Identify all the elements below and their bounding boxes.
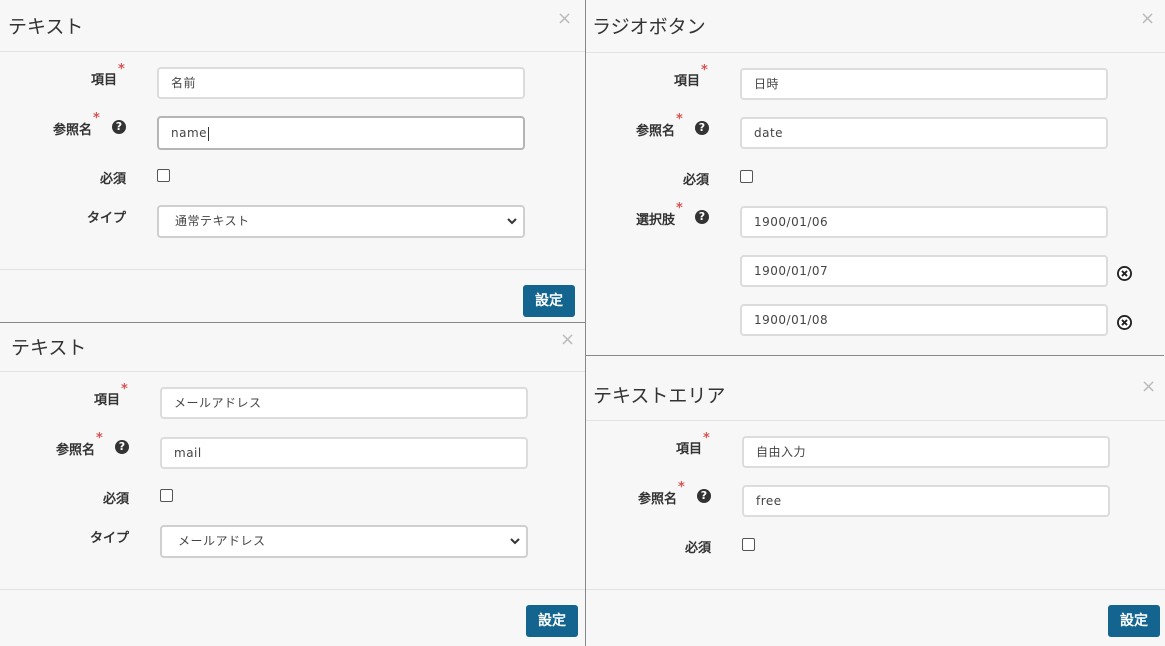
apply-button[interactable]: 設定 <box>523 285 575 317</box>
item-label: 項目 <box>675 442 702 457</box>
item-input[interactable]: メールアドレス <box>160 387 528 419</box>
footer-divider <box>0 589 585 590</box>
header-divider <box>586 52 1165 53</box>
apply-button[interactable]: 設定 <box>526 605 578 637</box>
required-mark: * <box>121 382 128 397</box>
required-mark: * <box>701 63 708 78</box>
panel-title: テキスト <box>11 337 87 359</box>
required-checkbox[interactable] <box>160 489 173 502</box>
help-icon[interactable]: ? <box>112 120 126 134</box>
close-icon[interactable]: × <box>1140 10 1155 28</box>
required-checkbox[interactable] <box>157 169 170 182</box>
required-label: 必須 <box>682 173 709 188</box>
panel-title: テキストエリア <box>593 385 726 407</box>
item-input[interactable]: 自由入力 <box>742 436 1110 468</box>
required-mark: * <box>118 62 125 77</box>
text-field-panel-mail: テキスト × 項目 * メールアドレス 参照名 * ? mail 必須 タイプ … <box>0 323 585 646</box>
help-icon[interactable]: ? <box>695 121 709 135</box>
header-divider <box>0 51 585 52</box>
ref-name-label: 参照名 <box>52 123 92 138</box>
radio-button-panel: ラジオボタン × 項目 * 日時 参照名 * ? date 必須 選択肢 * ?… <box>586 0 1165 355</box>
header-divider <box>586 420 1165 421</box>
required-mark: * <box>678 480 685 495</box>
ref-name-input[interactable]: free <box>742 485 1110 517</box>
required-mark: * <box>676 201 683 216</box>
ref-name-input[interactable]: mail <box>160 437 528 469</box>
apply-button[interactable]: 設定 <box>1108 605 1160 637</box>
help-icon[interactable]: ? <box>697 489 711 503</box>
panel-title: ラジオボタン <box>592 16 706 38</box>
close-icon[interactable]: × <box>1141 378 1156 396</box>
panel-title: テキスト <box>8 16 84 38</box>
type-label: タイプ <box>86 211 126 226</box>
required-label: 必須 <box>102 492 129 507</box>
footer-divider <box>0 269 585 270</box>
ref-name-label: 参照名 <box>55 443 95 458</box>
help-icon[interactable]: ? <box>115 440 129 454</box>
required-label: 必須 <box>684 541 711 556</box>
required-checkbox[interactable] <box>740 170 753 183</box>
remove-choice-icon[interactable] <box>1117 315 1132 330</box>
item-input[interactable]: 名前 <box>157 67 525 99</box>
item-label: 項目 <box>90 73 117 88</box>
required-mark: * <box>93 111 100 126</box>
type-select[interactable]: 通常テキスト <box>157 205 525 238</box>
remove-choice-icon[interactable] <box>1117 266 1132 281</box>
type-select-value: メールアドレス <box>178 534 266 548</box>
ref-name-input[interactable]: date <box>740 117 1108 149</box>
item-label: 項目 <box>93 393 120 408</box>
required-checkbox[interactable] <box>742 538 755 551</box>
required-mark: * <box>96 431 103 446</box>
choice-input[interactable]: 1900/01/06 <box>740 206 1108 238</box>
header-divider <box>0 371 585 372</box>
help-icon[interactable]: ? <box>695 210 709 224</box>
close-icon[interactable]: × <box>560 331 575 349</box>
footer-divider <box>586 589 1165 590</box>
chevron-down-icon <box>510 538 520 545</box>
required-label: 必須 <box>99 172 126 187</box>
ref-name-value: name <box>171 126 208 140</box>
choice-input[interactable]: 1900/01/07 <box>740 255 1108 287</box>
type-label: タイプ <box>89 531 129 546</box>
ref-name-label: 参照名 <box>637 492 677 507</box>
chevron-down-icon <box>507 218 517 225</box>
ref-name-label: 参照名 <box>635 124 675 139</box>
required-mark: * <box>703 431 710 446</box>
ref-name-input[interactable]: name <box>157 116 525 150</box>
textarea-panel: テキストエリア × 項目 * 自由入力 参照名 * ? free 必須 設定 <box>586 356 1165 646</box>
type-select-value: 通常テキスト <box>175 214 250 228</box>
type-select[interactable]: メールアドレス <box>160 525 528 558</box>
choices-label: 選択肢 <box>635 213 675 228</box>
item-input[interactable]: 日時 <box>740 68 1108 100</box>
choice-input[interactable]: 1900/01/08 <box>740 304 1108 336</box>
item-label: 項目 <box>673 74 700 89</box>
text-field-panel-name: テキスト × 項目 * 名前 参照名 * ? name 必須 タイプ 通常テキス… <box>0 0 585 322</box>
text-cursor <box>208 126 210 141</box>
required-mark: * <box>676 112 683 127</box>
close-icon[interactable]: × <box>557 10 572 28</box>
